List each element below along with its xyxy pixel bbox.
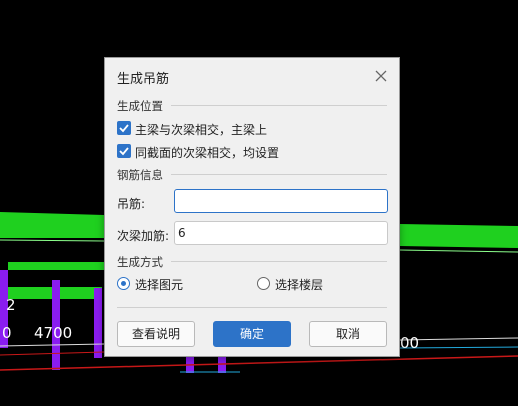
close-icon[interactable] — [373, 68, 389, 84]
checkbox-same-section-label[interactable]: 同截面的次梁相交，均设置 — [135, 144, 279, 161]
generate-hanger-dialog: 生成吊筋 生成位置 主梁与次梁相交，主梁上 同截面的次梁相交，均设置 钢筋信息 … — [104, 57, 400, 357]
section-position-label: 生成位置 — [117, 99, 163, 113]
hanger-input[interactable] — [174, 189, 388, 213]
checkbox-same-section[interactable] — [117, 144, 131, 158]
section-rebar-label: 钢筋信息 — [117, 168, 163, 182]
column-purple-4 — [186, 355, 194, 373]
column-purple-3 — [94, 288, 102, 358]
divider — [171, 105, 387, 106]
checkbox-main-beam-label[interactable]: 主梁与次梁相交，主梁上 — [135, 121, 267, 138]
cad-dim-left: 4700 — [34, 324, 72, 342]
section-method-label: 生成方式 — [117, 255, 163, 269]
hanger-label: 吊筋: — [117, 197, 146, 211]
cancel-button[interactable]: 取消 — [309, 321, 387, 347]
cad-dim-right: 00 — [400, 334, 419, 352]
divider — [171, 174, 387, 175]
beam-green-top-right — [400, 224, 518, 248]
help-button[interactable]: 查看说明 — [117, 321, 195, 347]
radio-select-element-label[interactable]: 选择图元 — [135, 276, 183, 293]
checkbox-main-beam[interactable] — [117, 121, 131, 135]
radio-select-floor-label[interactable]: 选择楼层 — [275, 276, 323, 293]
beam-green-top — [0, 212, 104, 238]
cad-marker-text: 2 — [6, 296, 16, 314]
secondary-label: 次梁加筋: — [117, 229, 170, 243]
dialog-title: 生成吊筋 — [117, 72, 170, 87]
beam-green-mid — [8, 262, 104, 270]
secondary-rebar-input[interactable]: 6 — [174, 221, 388, 245]
divider — [117, 307, 387, 308]
divider — [171, 261, 387, 262]
cad-dim-prefix: 0 — [2, 324, 12, 342]
radio-select-element[interactable] — [117, 277, 130, 290]
ok-button[interactable]: 确定 — [213, 321, 291, 347]
radio-select-floor[interactable] — [257, 277, 270, 290]
grid-line-red — [0, 355, 518, 371]
